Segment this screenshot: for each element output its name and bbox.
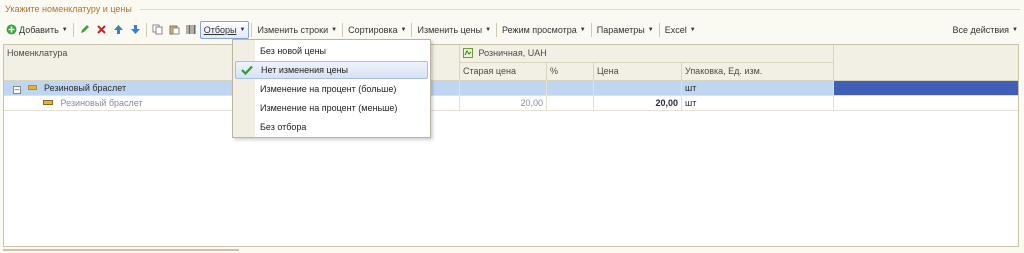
selection-end-cell [834,81,1018,96]
toolbar-separator [411,23,413,37]
chevron-down-icon: ▼ [61,27,68,33]
chevron-down-icon: ▼ [239,27,246,33]
change-prices-label: Изменить цены [417,25,483,35]
menu-item-label: Нет изменения цены [261,65,349,75]
pack-cell[interactable]: шт [682,81,834,96]
arrow-up-icon [113,24,124,37]
change-prices-button[interactable]: Изменить цены ▼ [414,21,494,39]
toolbar-separator [496,23,498,37]
chevron-down-icon: ▼ [579,27,586,33]
column-header-empty [834,45,1018,81]
excel-label: Excel [664,25,687,35]
sort-label: Сортировка [348,25,398,35]
menu-item-percent-increase[interactable]: Изменение на процент (больше) [235,80,428,98]
all-actions-label: Все действия [952,25,1010,35]
toolbar-separator [590,23,592,37]
chevron-down-icon: ▼ [485,27,492,33]
filters-button-label: Отборы [203,25,237,35]
chevron-down-icon: ▼ [331,27,338,33]
empty-cell [834,96,1018,111]
price-type-label: Розничная, UAH [478,48,547,58]
column-header-price[interactable]: Цена [594,63,682,81]
toolbar-separator [658,23,660,37]
params-button[interactable]: Параметры ▼ [594,21,657,39]
price-cell[interactable]: 20,00 [594,96,682,111]
sort-button[interactable]: Сортировка ▼ [345,21,409,39]
menu-item-label: Изменение на процент (больше) [260,84,397,94]
filters-button[interactable]: Отборы ▼ [199,21,250,39]
change-rows-button[interactable]: Изменить строки ▼ [254,21,340,39]
view-mode-label: Режим просмотра [502,25,577,35]
copy-button[interactable] [149,22,166,39]
toolbar-separator [251,23,253,37]
delete-x-icon [96,24,107,37]
percent-cell[interactable] [547,81,594,96]
move-up-button[interactable] [110,22,127,39]
chevron-down-icon: ▼ [400,27,407,33]
price-cell[interactable] [594,81,682,96]
toolbar-separator [145,23,147,37]
column-header-old-price[interactable]: Старая цена [460,63,547,81]
item-icon [43,100,53,105]
excel-button[interactable]: Excel ▼ [662,21,699,39]
menu-item-no-new-price[interactable]: Без новой цены [235,42,428,60]
params-label: Параметры [596,25,645,35]
pencil-icon [79,24,90,37]
column-header-label: Номенклатура [7,48,68,58]
view-mode-button[interactable]: Режим просмотра ▼ [499,21,589,39]
change-rows-label: Изменить строки [257,25,329,35]
column-header-pack[interactable]: Упаковка, Ед. изм. [682,63,834,81]
all-actions-button[interactable]: Все действия ▼ [949,21,1021,39]
add-button-label: Добавить [19,25,59,35]
move-down-button[interactable] [127,22,144,39]
checkmark-icon [241,64,253,80]
chevron-down-icon: ▼ [647,27,654,33]
column-header-label: Цена [597,66,619,76]
group-title: Укажите номенклатуру и цены [5,4,132,14]
filters-dropdown-menu: Без новой цены Нет изменения цены Измене… [232,39,431,138]
folder-icon [27,85,37,90]
barcode-button[interactable] [183,22,200,39]
old-price-cell[interactable]: 20,00 [460,96,547,111]
delete-button[interactable] [93,22,110,39]
pack-cell[interactable]: шт [682,96,834,111]
percent-cell[interactable] [547,96,594,111]
menu-item-label: Без новой цены [260,46,327,56]
paste-icon [169,24,180,37]
plus-circle-icon [6,24,17,37]
column-header-label: Старая цена [463,66,516,76]
horizontal-scrollbar[interactable] [3,249,239,251]
edit-button[interactable] [76,22,93,39]
arrow-down-icon [130,24,141,37]
menu-item-label: Без отбора [260,122,307,132]
copy-icon [152,24,163,37]
group-divider [140,9,1020,10]
barcode-icon [186,24,197,37]
menu-item-percent-decrease[interactable]: Изменение на процент (меньше) [235,99,428,117]
menu-item-no-filter[interactable]: Без отбора [235,118,428,136]
column-header-price-type[interactable]: Розничная, UAH [460,45,834,63]
toolbar-separator [72,23,74,37]
toolbar: Добавить ▼ Отборы ▼ Изменить строки ▼ Со… [3,20,1021,40]
add-button[interactable]: Добавить ▼ [3,21,71,39]
table-row[interactable]: – Резиновый браслет шт [4,81,1018,96]
table-row[interactable]: Резиновый браслет 20,00 20,00 шт [4,96,1018,111]
chevron-down-icon: ▼ [689,27,696,33]
column-header-label: % [550,66,559,76]
menu-item-label: Изменение на процент (меньше) [260,103,398,113]
row-name: Резиновый браслет [44,83,127,93]
toolbar-separator [342,23,344,37]
column-header-label: Упаковка, Ед. изм. [685,66,763,76]
chevron-down-icon: ▼ [1012,27,1018,33]
price-tag-icon [463,48,473,60]
tree-collapse-icon[interactable]: – [13,86,21,94]
paste-button[interactable] [166,22,183,39]
menu-item-no-price-change[interactable]: Нет изменения цены [235,61,428,79]
old-price-cell[interactable] [460,81,547,96]
row-name: Резиновый браслет [60,98,143,108]
column-header-percent[interactable]: % [547,63,594,81]
nomenclature-grid[interactable]: Номенклатура Розничная, UAH Старая цена … [3,44,1019,247]
